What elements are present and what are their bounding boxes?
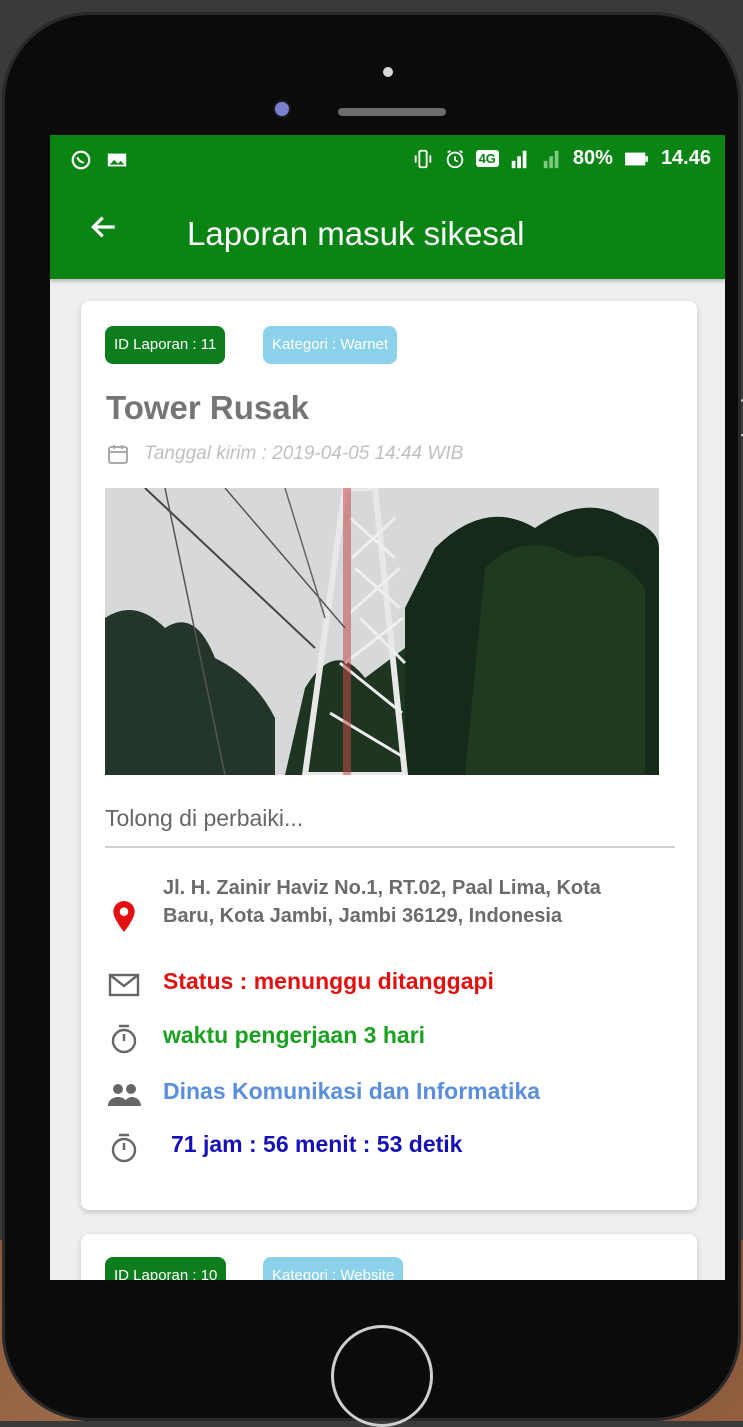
report-card[interactable]: ID Laporan : 11 Kategori : Warnet Tower … — [81, 301, 697, 1210]
status-bar: 4G 80% 14.46 — [50, 135, 725, 187]
back-button[interactable] — [88, 211, 120, 252]
work-time: waktu pengerjaan 3 hari — [163, 1022, 426, 1048]
page-title: Laporan masuk sikesal — [187, 215, 525, 252]
mail-icon — [105, 968, 143, 1002]
report-date: Tanggal kirim : 2019-04-05 14:44 WIB — [144, 443, 464, 464]
clock: 14.46 — [660, 147, 711, 169]
report-description: Tolong di perbaiki... — [105, 805, 304, 831]
sensor-dot — [383, 67, 393, 77]
report-status: Status : menunggu ditanggapi — [163, 968, 494, 994]
category-badge: Kategori : Website — [263, 1257, 404, 1280]
signal-icon — [511, 150, 527, 168]
alarm-icon — [446, 149, 463, 168]
countdown-row: 71 jam : 56 menit : 53 detik — [105, 1131, 462, 1165]
signal-2-icon — [543, 150, 559, 168]
report-title: Tower Rusak — [106, 389, 309, 426]
app-screen: 4G 80% 14.46 Laporan masuk sikesal ID La… — [50, 135, 725, 1280]
gallery-icon — [107, 153, 127, 167]
location-pin-icon — [105, 900, 143, 934]
home-button[interactable] — [331, 1325, 433, 1427]
timer-icon — [105, 1131, 143, 1165]
battery-percent: 80% — [572, 147, 613, 169]
people-icon — [105, 1078, 143, 1112]
report-id-badge: ID Laporan : 11 — [105, 326, 226, 364]
arrow-left-icon — [91, 216, 115, 238]
tower-photo-image — [105, 488, 659, 775]
work-time-row: waktu pengerjaan 3 hari — [105, 1022, 425, 1056]
earpiece-speaker — [338, 108, 446, 116]
battery-icon — [625, 152, 648, 165]
app-bar: Laporan masuk sikesal — [50, 187, 725, 279]
timer-icon — [105, 1022, 143, 1056]
category-badge: Kategori : Warnet — [263, 326, 398, 364]
date-row: Tanggal kirim : 2019-04-05 14:44 WIB — [106, 442, 463, 466]
report-card-next[interactable]: ID Laporan : 10 Kategori : Website — [81, 1234, 697, 1280]
report-id-badge: ID Laporan : 10 — [105, 1257, 227, 1280]
whatsapp-icon — [71, 150, 91, 170]
department-row: Dinas Komunikasi dan Informatika — [105, 1078, 540, 1112]
department: Dinas Komunikasi dan Informatika — [163, 1078, 541, 1104]
address-row: Jl. H. Zainir Haviz No.1, RT.02, Paal Li… — [105, 874, 645, 934]
report-address: Jl. H. Zainir Haviz No.1, RT.02, Paal Li… — [163, 877, 601, 927]
report-photo[interactable] — [105, 488, 659, 775]
countdown: 71 jam : 56 menit : 53 detik — [171, 1131, 463, 1157]
vibrate-icon — [414, 149, 431, 168]
divider — [105, 846, 675, 848]
status-row: Status : menunggu ditanggapi — [105, 968, 494, 1002]
network-type-icon: 4G — [475, 150, 499, 167]
front-camera — [275, 102, 289, 116]
calendar-icon — [108, 445, 128, 464]
